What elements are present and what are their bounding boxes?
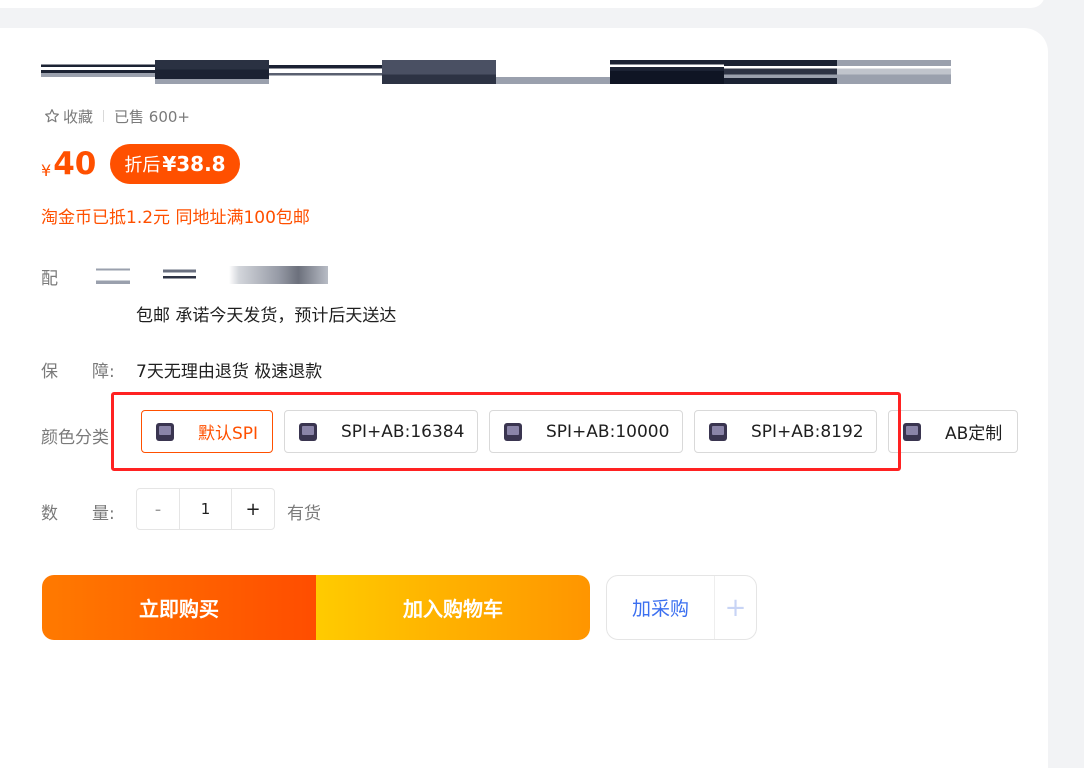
shipping-text: 包邮 承诺今天发货，预计后天送达: [136, 306, 397, 326]
procure-label[interactable]: 加采购: [607, 594, 714, 621]
product-title-redacted: [41, 60, 951, 84]
discount-label: 折后: [124, 155, 161, 176]
procure-button[interactable]: 加采购 +: [606, 575, 757, 640]
stock-status: 有货: [287, 504, 321, 524]
previous-card: [0, 0, 1045, 8]
shipping-redacted: [229, 266, 328, 284]
option-ab-custom[interactable]: AB定制: [888, 410, 1018, 453]
increase-button[interactable]: +: [232, 489, 274, 529]
star-icon[interactable]: [44, 108, 60, 124]
shipping-label: 配: [41, 269, 58, 289]
shipping-redacted: [163, 266, 196, 284]
promo-text: 淘金币已抵1.2元 同地址满100包邮: [41, 208, 310, 228]
currency-symbol: ¥: [41, 160, 52, 180]
price-value: 40: [53, 146, 97, 182]
sales-count: 已售 600+: [114, 107, 190, 126]
favorite-row: 收藏 已售 600+: [44, 106, 190, 126]
buy-now-button[interactable]: 立即购买: [42, 575, 316, 640]
quantity-label: 数 量:: [41, 504, 115, 524]
decrease-button[interactable]: -: [137, 489, 179, 529]
option-label: AB定制: [945, 424, 1003, 444]
purchase-buttons: 立即购买 加入购物车: [42, 575, 590, 640]
guarantee-label: 保 障:: [41, 362, 115, 382]
divider: [103, 110, 105, 122]
quantity-input[interactable]: 1: [179, 489, 232, 529]
color-label: 颜色分类:: [41, 428, 115, 448]
plus-icon[interactable]: +: [714, 576, 756, 639]
add-to-cart-button[interactable]: 加入购物车: [316, 575, 590, 640]
favorite-label[interactable]: 收藏: [63, 106, 93, 127]
highlight-box: [111, 392, 901, 471]
quantity-stepper: - 1 +: [136, 488, 275, 530]
price-row: ¥ 40 折后 ¥38.8: [41, 143, 240, 185]
discount-price: ¥38.8: [162, 152, 226, 176]
discount-badge: 折后 ¥38.8: [110, 144, 240, 184]
option-thumbnail: [903, 422, 921, 441]
shipping-redacted: [96, 266, 130, 284]
guarantee-text: 7天无理由退货 极速退款: [136, 362, 323, 382]
